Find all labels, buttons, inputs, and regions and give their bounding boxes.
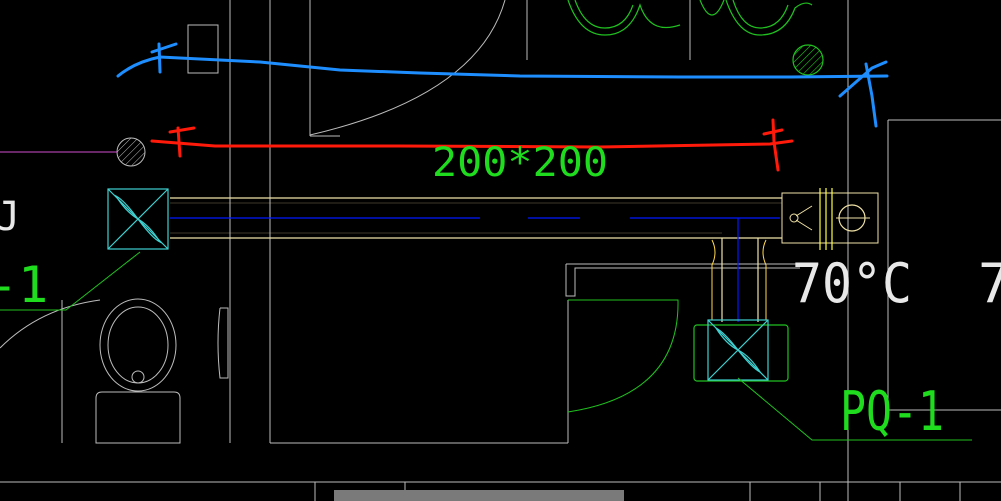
edge-char-left: J <box>0 194 20 240</box>
edge-fragment-right: 7 <box>978 252 1001 315</box>
fire-damper <box>781 188 879 250</box>
cad-drawing-canvas[interactable]: 200*200 70°C 7 PQ-1 -1 J <box>0 0 1001 501</box>
equipment-tag-pq1: PQ-1 <box>840 380 944 443</box>
damper-temp-label: 70°C <box>792 252 912 315</box>
markup-sketch-blue <box>116 42 889 128</box>
edge-tag-left: -1 <box>0 256 48 314</box>
exhaust-fan-left <box>107 188 169 250</box>
exhaust-fan-pq1 <box>693 319 789 382</box>
toilet-fixture <box>61 298 229 444</box>
door-swings <box>0 0 800 413</box>
bottom-panel <box>334 490 624 501</box>
exhaust-duct <box>170 197 782 322</box>
duct-size-label: 200*200 <box>432 140 608 186</box>
